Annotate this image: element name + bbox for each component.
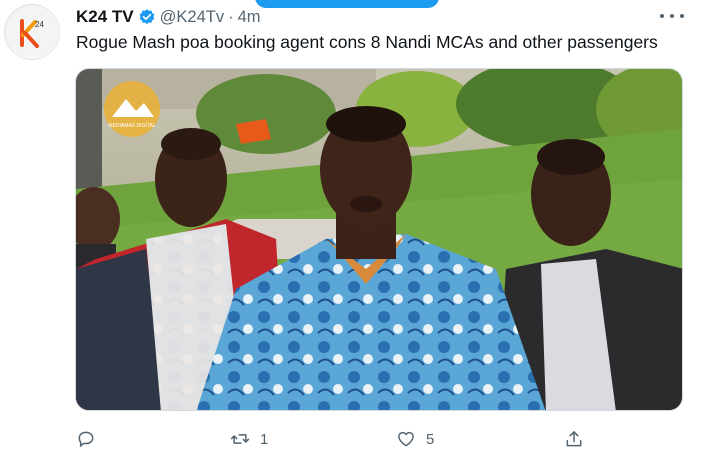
share-icon (566, 431, 582, 447)
separator-dot: · (228, 7, 234, 26)
svg-text:MEDIAMAX DIGITAL: MEDIAMAX DIGITAL (108, 123, 155, 129)
retweet-icon (230, 434, 250, 444)
photo-press-briefing: MEDIAMAX DIGITAL (76, 69, 682, 410)
user-handle[interactable]: @K24Tv (160, 8, 224, 27)
display-name[interactable]: K24 TV (76, 7, 134, 27)
timestamp[interactable]: 4m (238, 8, 261, 27)
tweet-header: K24 TV @K24Tv · 4m (76, 6, 261, 28)
like-button[interactable]: 5 (396, 424, 434, 454)
heart-icon (398, 431, 414, 447)
tweet-media-image[interactable]: MEDIAMAX DIGITAL (75, 68, 683, 411)
like-count: 5 (426, 430, 435, 448)
k24-logo: 24 (6, 6, 59, 59)
reply-icon (78, 431, 94, 447)
mediamax-watermark: MEDIAMAX DIGITAL (104, 81, 160, 137)
more-options-icon[interactable] (660, 8, 684, 24)
reply-button[interactable] (76, 424, 96, 454)
share-button[interactable] (564, 424, 584, 454)
retweet-button[interactable]: 1 (230, 424, 268, 454)
svg-text:24: 24 (35, 20, 44, 29)
verified-badge-icon (139, 9, 154, 25)
avatar[interactable]: 24 (4, 4, 60, 60)
tweet-actions-bar: 1 5 (0, 424, 720, 454)
tweet-text: Rogue Mash poa booking agent cons 8 Nand… (76, 32, 658, 52)
retweet-count: 1 (260, 430, 269, 448)
new-tweets-pill[interactable] (255, 0, 439, 8)
